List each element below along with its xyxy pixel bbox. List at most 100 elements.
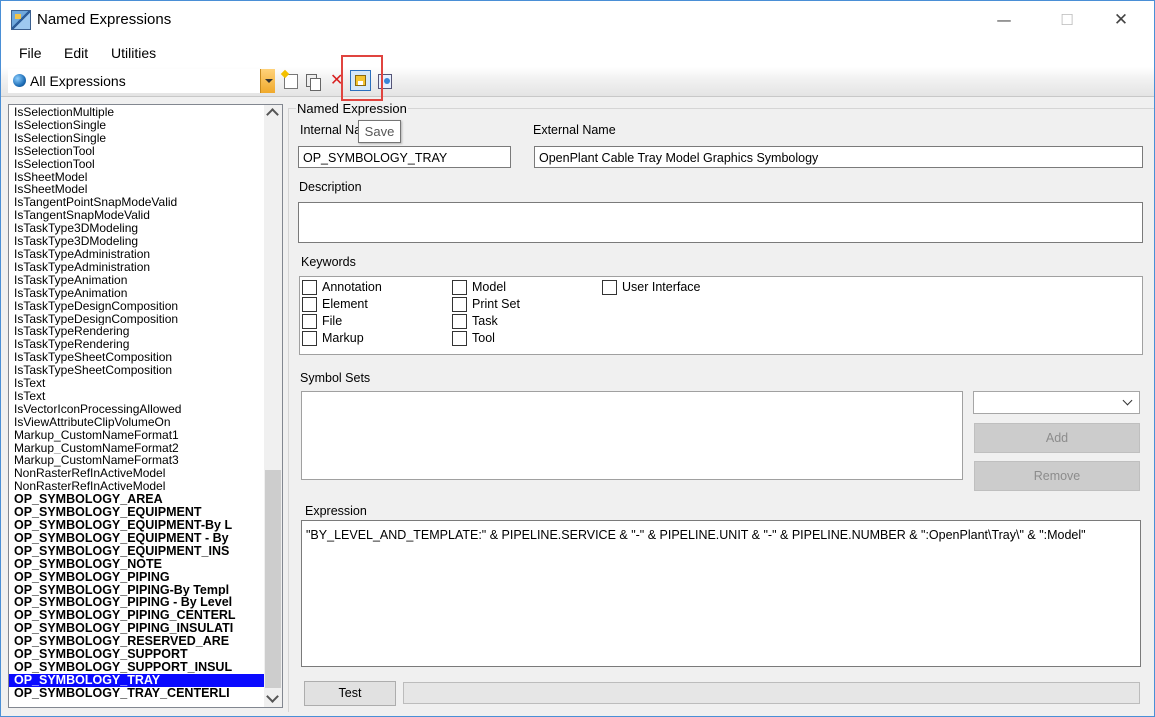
list-item[interactable]: IsViewAttributeClipVolumeOn xyxy=(9,416,264,429)
expression-label: Expression xyxy=(305,504,367,518)
keyword-label: Element xyxy=(322,297,368,311)
copy-icon[interactable] xyxy=(306,74,321,91)
keyword-label: Model xyxy=(472,280,507,294)
list-item[interactable]: IsSelectionMultiple xyxy=(9,106,264,119)
expression-filter-value: All Expressions xyxy=(30,73,126,89)
toolbar: All Expressions ✕ xyxy=(1,67,1154,97)
list-item[interactable]: Markup_CustomNameFormat2 xyxy=(9,442,264,455)
menu-bar: File Edit Utilities xyxy=(1,39,1154,67)
keywords-label: Keywords xyxy=(301,255,356,269)
app-icon xyxy=(11,10,31,30)
checkbox-box[interactable] xyxy=(302,314,317,329)
menu-file[interactable]: File xyxy=(19,45,42,61)
checkbox-box[interactable] xyxy=(302,297,317,312)
menu-utilities[interactable]: Utilities xyxy=(111,45,156,61)
checkbox-box[interactable] xyxy=(452,331,467,346)
symbol-set-select[interactable] xyxy=(973,391,1140,414)
internal-name-label: Internal Na xyxy=(300,123,362,137)
minimize-button[interactable]: — xyxy=(981,7,1027,33)
remove-button[interactable]: Remove xyxy=(974,461,1140,491)
list-item[interactable]: OP_SYMBOLOGY_TRAY_CENTERLI xyxy=(9,687,264,700)
list-item[interactable]: IsVectorIconProcessingAllowed xyxy=(9,403,264,416)
checkbox-box[interactable] xyxy=(452,314,467,329)
list-item[interactable]: IsTaskTypeAnimation xyxy=(9,287,264,300)
list-item[interactable]: OP_SYMBOLOGY_PIPING-By Templ xyxy=(9,584,264,597)
external-name-input[interactable]: OpenPlant Cable Tray Model Graphics Symb… xyxy=(534,146,1143,168)
list-item[interactable]: IsSelectionTool xyxy=(9,158,264,171)
list-item[interactable]: IsSelectionTool xyxy=(9,145,264,158)
external-name-label: External Name xyxy=(533,123,616,137)
checkbox-box[interactable] xyxy=(452,297,467,312)
list-item[interactable]: OP_SYMBOLOGY_PIPING_CENTERL xyxy=(9,609,264,622)
list-item[interactable]: IsTaskType3DModeling xyxy=(9,235,264,248)
scroll-down-icon[interactable] xyxy=(264,690,282,707)
list-item[interactable]: OP_SYMBOLOGY_PIPING_INSULATI xyxy=(9,622,264,635)
internal-name-input[interactable]: OP_SYMBOLOGY_TRAY xyxy=(298,146,511,168)
list-item[interactable]: IsTaskTypeAdministration xyxy=(9,248,264,261)
list-item[interactable]: OP_SYMBOLOGY_EQUIPMENT_INS xyxy=(9,545,264,558)
list-item[interactable]: IsText xyxy=(9,377,264,390)
list-item[interactable]: Markup_CustomNameFormat1 xyxy=(9,429,264,442)
close-button[interactable]: ✕ xyxy=(1098,7,1144,33)
list-item[interactable]: OP_SYMBOLOGY_RESERVED_ARE xyxy=(9,635,264,648)
description-input[interactable] xyxy=(298,202,1143,243)
checkbox-box[interactable] xyxy=(452,280,467,295)
list-item-selected[interactable]: OP_SYMBOLOGY_TRAY xyxy=(9,673,264,687)
list-item[interactable]: OP_SYMBOLOGY_NOTE xyxy=(9,558,264,571)
checkbox-box[interactable] xyxy=(602,280,617,295)
list-item[interactable]: Markup_CustomNameFormat3 xyxy=(9,454,264,467)
checkbox-box[interactable] xyxy=(302,331,317,346)
keyword-label: Print Set xyxy=(472,297,520,311)
list-item[interactable]: IsTangentSnapModeValid xyxy=(9,209,264,222)
list-item[interactable]: OP_SYMBOLOGY_PIPING - By Level xyxy=(9,596,264,609)
list-item[interactable]: OP_SYMBOLOGY_AREA xyxy=(9,493,264,506)
expression-list[interactable]: IsSelectionMultiple IsSelectionSingle IsSe… xyxy=(8,104,283,708)
list-item[interactable]: IsTaskType3DModeling xyxy=(9,222,264,235)
maximize-button[interactable]: ☐ xyxy=(1044,7,1090,33)
symbol-sets-list[interactable] xyxy=(301,391,963,480)
list-item[interactable]: IsSelectionSingle xyxy=(9,119,264,132)
scroll-up-icon[interactable] xyxy=(264,105,282,122)
list-item[interactable]: IsTaskTypeAdministration xyxy=(9,261,264,274)
list-item[interactable]: IsTaskTypeDesignComposition xyxy=(9,313,264,326)
scroll-thumb[interactable] xyxy=(265,470,281,688)
save-tooltip: Save xyxy=(358,120,401,143)
expression-filter-dropdown[interactable]: All Expressions xyxy=(8,69,275,93)
list-item[interactable]: NonRasterRefInActiveModel xyxy=(9,480,264,493)
list-item[interactable]: IsText xyxy=(9,390,264,403)
list-item[interactable]: IsTaskTypeSheetComposition xyxy=(9,364,264,377)
list-scrollbar[interactable] xyxy=(264,105,282,707)
list-item[interactable]: IsSelectionSingle xyxy=(9,132,264,145)
list-item[interactable]: IsSheetModel xyxy=(9,171,264,184)
save-icon xyxy=(355,75,366,86)
keywords-panel xyxy=(299,276,1143,355)
checkbox-box[interactable] xyxy=(302,280,317,295)
save-button[interactable] xyxy=(350,70,371,91)
add-button[interactable]: Add xyxy=(974,423,1140,453)
list-item[interactable]: IsTangentPointSnapModeValid xyxy=(9,196,264,209)
expression-input[interactable]: "BY_LEVEL_AND_TEMPLATE:" & PIPELINE.SERV… xyxy=(301,520,1141,667)
list-item[interactable]: OP_SYMBOLOGY_EQUIPMENT xyxy=(9,506,264,519)
keyword-label: User Interface xyxy=(622,280,701,294)
list-item[interactable]: IsTaskTypeDesignComposition xyxy=(9,300,264,313)
named-expressions-window: Named Expressions — ☐ ✕ File Edit Utilit… xyxy=(0,0,1155,717)
new-icon[interactable] xyxy=(284,74,298,89)
test-button[interactable]: Test xyxy=(304,681,396,706)
list-item[interactable]: OP_SYMBOLOGY_PIPING xyxy=(9,571,264,584)
list-item[interactable]: IsTaskTypeAnimation xyxy=(9,274,264,287)
list-item[interactable]: OP_SYMBOLOGY_SUPPORT_INSUL xyxy=(9,661,264,674)
list-item[interactable]: IsTaskTypeRendering xyxy=(9,325,264,338)
list-item[interactable]: IsSheetModel xyxy=(9,183,264,196)
keyword-label: Markup xyxy=(322,331,364,345)
list-item[interactable]: IsTaskTypeSheetComposition xyxy=(9,351,264,364)
title-bar: Named Expressions — ☐ ✕ xyxy=(1,1,1154,39)
list-item[interactable]: NonRasterRefInActiveModel xyxy=(9,467,264,480)
list-item[interactable]: OP_SYMBOLOGY_EQUIPMENT-By L xyxy=(9,519,264,532)
keyword-label: Tool xyxy=(472,331,495,345)
window-title: Named Expressions xyxy=(37,11,172,28)
menu-edit[interactable]: Edit xyxy=(64,45,88,61)
list-item[interactable]: OP_SYMBOLOGY_EQUIPMENT - By xyxy=(9,532,264,545)
chevron-down-icon[interactable] xyxy=(260,69,275,93)
list-item[interactable]: IsTaskTypeRendering xyxy=(9,338,264,351)
list-item[interactable]: OP_SYMBOLOGY_SUPPORT xyxy=(9,648,264,661)
